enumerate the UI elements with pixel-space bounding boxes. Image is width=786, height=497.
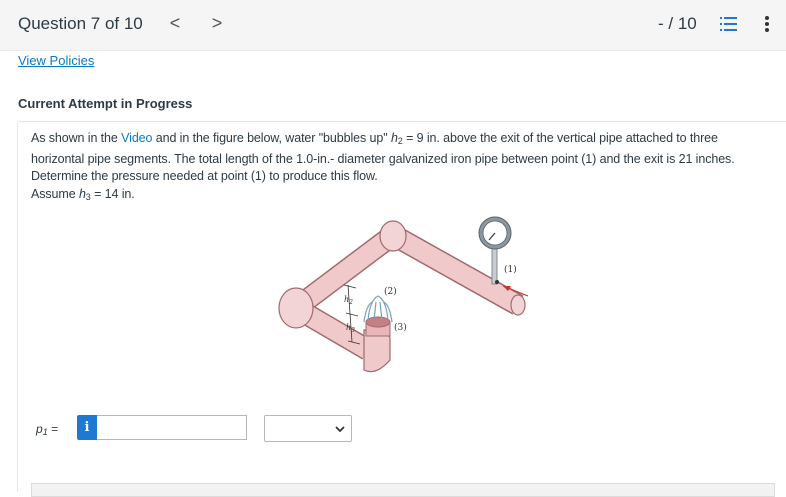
problem-text: As shown in the: [31, 131, 122, 145]
view-policies-link[interactable]: View Policies: [18, 53, 94, 68]
label-h2: h2: [344, 295, 353, 306]
p1-variable: p: [36, 422, 43, 436]
info-button[interactable]: i: [77, 415, 97, 440]
assume-text: Assume: [31, 186, 79, 201]
question-header: Question 7 of 10 < > - / 10: [0, 0, 786, 51]
question-list-icon[interactable]: [720, 15, 738, 33]
pipe-figure: (1) (2) (3) h2 h3: [278, 216, 529, 373]
previous-question-button[interactable]: <: [166, 13, 184, 34]
answer-label: p1 =: [36, 422, 58, 437]
label-point-1: (1): [504, 264, 517, 275]
next-question-button[interactable]: >: [208, 13, 226, 34]
h2-variable: h: [390, 131, 398, 145]
problem-text: and in the figure below, water "bubbles …: [152, 131, 391, 145]
divider: [18, 121, 786, 122]
h3-variable: h: [78, 186, 86, 201]
bottom-panel: [31, 483, 775, 497]
more-options-icon[interactable]: [764, 14, 770, 34]
equals-sign: =: [47, 422, 59, 436]
problem-statement: As shown in the Video and in the figure …: [31, 130, 771, 206]
video-link[interactable]: Video: [121, 131, 152, 145]
label-point-3: (3): [394, 322, 407, 333]
label-point-2: (2): [384, 286, 397, 297]
question-title: Question 7 of 10: [18, 14, 143, 33]
assume-text: = 14 in.: [90, 186, 135, 201]
attempt-status: Current Attempt in Progress: [18, 96, 193, 111]
chevron-down-icon: [335, 426, 345, 433]
content-left-border: [17, 122, 18, 492]
answer-input[interactable]: [97, 415, 247, 440]
question-score: - / 10: [658, 14, 697, 33]
unit-select[interactable]: [264, 415, 352, 442]
